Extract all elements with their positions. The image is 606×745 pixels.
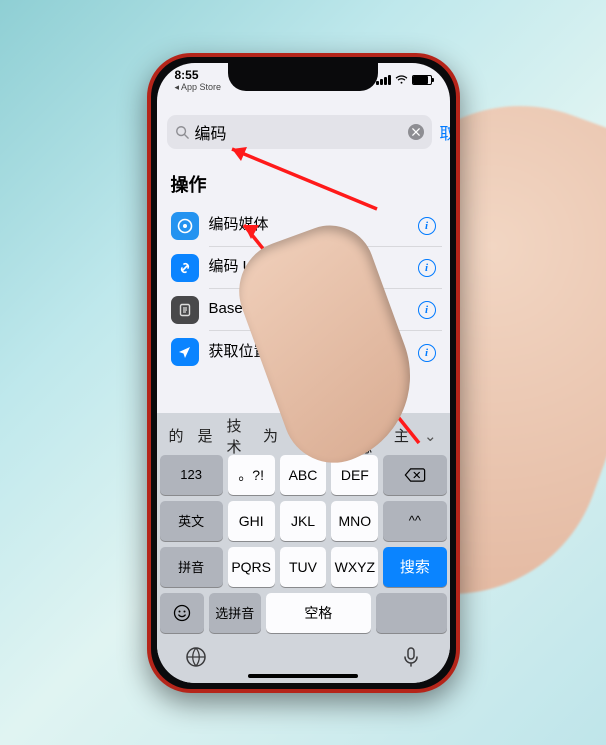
keyboard-toolbar bbox=[160, 639, 447, 679]
expand-candidates-button[interactable]: ⌄ bbox=[416, 427, 445, 445]
candidate-word[interactable]: 是 bbox=[191, 425, 220, 446]
clear-search-button[interactable] bbox=[408, 124, 424, 140]
key-wxyz[interactable]: WXYZ bbox=[331, 547, 378, 587]
info-icon: i bbox=[418, 301, 436, 319]
key-pinyin[interactable]: 拼音 bbox=[160, 547, 223, 587]
globe-icon[interactable] bbox=[184, 645, 208, 669]
info-icon: i bbox=[418, 344, 436, 362]
mic-icon[interactable] bbox=[399, 645, 423, 669]
candidate-word[interactable]: 为 bbox=[256, 425, 285, 446]
location-icon bbox=[171, 338, 199, 366]
wifi-icon bbox=[395, 75, 408, 85]
key-emoji[interactable] bbox=[160, 593, 204, 633]
key-ghi[interactable]: GHI bbox=[228, 501, 275, 541]
search-row: 取消 bbox=[157, 115, 450, 157]
media-icon bbox=[171, 212, 199, 240]
doc-icon bbox=[171, 296, 199, 324]
search-icon bbox=[175, 125, 189, 139]
key-caret[interactable]: ^^ bbox=[383, 501, 446, 541]
key-backspace[interactable] bbox=[383, 455, 446, 495]
status-time: 8:55 bbox=[175, 69, 222, 81]
key-jkl[interactable]: JKL bbox=[280, 501, 327, 541]
candidate-word[interactable]: 的 bbox=[162, 425, 191, 446]
info-icon: i bbox=[418, 259, 436, 277]
section-title: 操作 bbox=[157, 157, 450, 205]
close-icon bbox=[412, 128, 420, 136]
candidate-word[interactable]: 技术 bbox=[220, 415, 256, 457]
backspace-icon bbox=[404, 468, 426, 482]
home-indicator[interactable] bbox=[248, 674, 358, 678]
link-icon bbox=[171, 254, 199, 282]
info-button[interactable]: i bbox=[412, 331, 442, 373]
key-punct[interactable]: 。?! bbox=[228, 455, 275, 495]
key-pqrs[interactable]: PQRS bbox=[228, 547, 275, 587]
search-input[interactable] bbox=[195, 123, 402, 141]
key-tuv[interactable]: TUV bbox=[280, 547, 327, 587]
info-button[interactable]: i bbox=[412, 204, 442, 247]
cancel-button[interactable]: 取消 bbox=[440, 120, 450, 144]
key-search[interactable]: 搜索 bbox=[383, 547, 446, 587]
key-mno[interactable]: MNO bbox=[331, 501, 378, 541]
info-icon: i bbox=[418, 217, 436, 235]
key-123[interactable]: 123 bbox=[160, 455, 223, 495]
battery-icon bbox=[412, 75, 432, 85]
notch bbox=[228, 63, 378, 91]
back-to-appstore[interactable]: ◂ App Store bbox=[175, 83, 222, 92]
emoji-icon bbox=[173, 604, 191, 622]
info-button[interactable]: i bbox=[412, 246, 442, 289]
key-blank[interactable] bbox=[376, 593, 447, 633]
cellular-icon bbox=[376, 75, 391, 85]
info-button[interactable]: i bbox=[412, 288, 442, 331]
key-english[interactable]: 英文 bbox=[160, 501, 223, 541]
search-box[interactable] bbox=[167, 115, 432, 149]
key-space[interactable]: 空格 bbox=[266, 593, 371, 633]
key-pick-pinyin[interactable]: 选拼音 bbox=[209, 593, 261, 633]
